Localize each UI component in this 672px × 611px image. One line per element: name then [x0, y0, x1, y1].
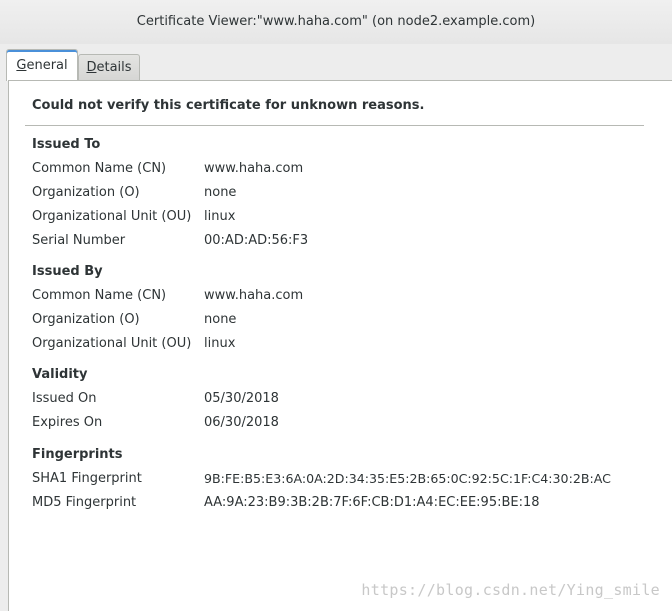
serial-number-value: 00:AD:AD:56:F3 [204, 233, 309, 248]
md5-fingerprint-label: MD5 Fingerprint [32, 495, 137, 510]
serial-number-label: Serial Number [32, 233, 126, 248]
md5-fingerprint-value: AA:9A:23:B9:3B:2B:7F:6F:CB:D1:A4:EC:EE:9… [204, 495, 540, 510]
issued-to-cn-label: Common Name (CN) [32, 161, 167, 176]
separator [25, 125, 644, 126]
expires-on-label: Expires On [32, 415, 103, 430]
section-issued-by: Issued By [32, 264, 103, 279]
issued-by-cn-value: www.haha.com [204, 288, 304, 303]
sha1-fingerprint-label: SHA1 Fingerprint [32, 471, 142, 486]
issued-by-ou-value: linux [204, 336, 236, 351]
section-issued-to: Issued To [32, 137, 101, 152]
sha1-fingerprint-value: 9B:FE:B5:E3:6A:0A:2D:34:35:E5:2B:65:0C:9… [204, 471, 611, 486]
tab-details-label: Details [86, 60, 132, 75]
issued-by-ou-label: Organizational Unit (OU) [32, 336, 192, 351]
issued-to-cn-value: www.haha.com [204, 161, 304, 176]
issued-to-ou-value: linux [204, 209, 236, 224]
issued-to-o-label: Organization (O) [32, 185, 140, 200]
issued-on-label: Issued On [32, 391, 97, 406]
expires-on-value: 06/30/2018 [204, 415, 279, 430]
issued-to-o-value: none [204, 185, 237, 200]
general-panel: Could not verify this certificate for un… [8, 80, 672, 611]
tab-general-label: General [16, 58, 68, 73]
issued-on-value: 05/30/2018 [204, 391, 279, 406]
section-validity: Validity [32, 367, 88, 382]
verification-warning: Could not verify this certificate for un… [32, 98, 425, 113]
tab-details[interactable]: Details [78, 54, 140, 80]
section-fingerprints: Fingerprints [32, 447, 123, 462]
issued-to-ou-label: Organizational Unit (OU) [32, 209, 192, 224]
window-titlebar[interactable]: Certificate Viewer:"www.haha.com" (on no… [0, 0, 672, 44]
window-title: Certificate Viewer:"www.haha.com" (on no… [136, 13, 536, 29]
issued-by-o-label: Organization (O) [32, 312, 140, 327]
issued-by-o-value: none [204, 312, 237, 327]
issued-by-cn-label: Common Name (CN) [32, 288, 167, 303]
tab-general[interactable]: General [6, 49, 78, 81]
watermark: https://blog.csdn.net/Ying_smile [361, 581, 660, 599]
